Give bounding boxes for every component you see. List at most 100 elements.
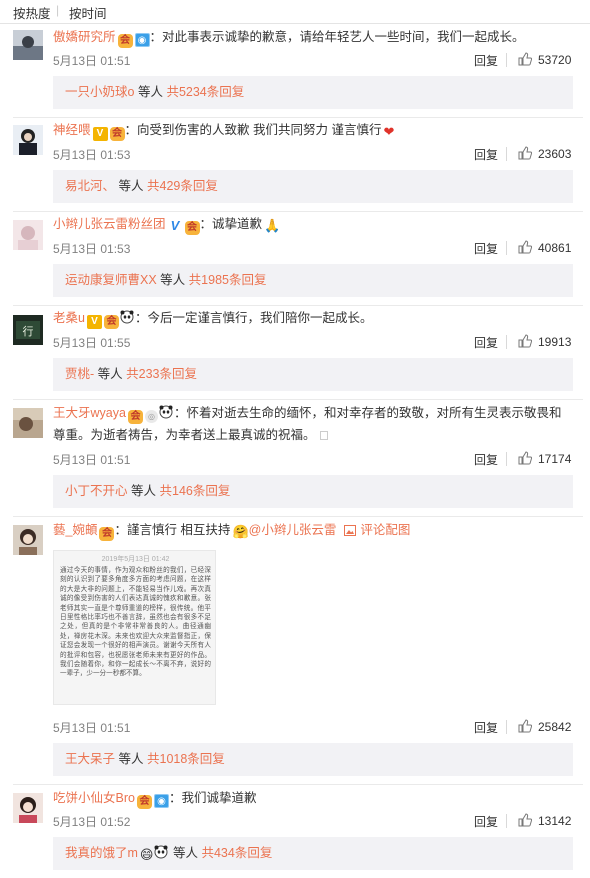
like-button[interactable]: 13142 (518, 813, 571, 828)
like-button[interactable]: 40861 (518, 240, 571, 255)
reply-button[interactable]: 回复 (474, 52, 498, 69)
like-button[interactable]: 53720 (518, 52, 571, 67)
reply-summary[interactable]: 一只小奶球o 等人 共5234条回复 (53, 76, 573, 109)
reply-button[interactable]: 回复 (474, 719, 498, 736)
reply-summary[interactable]: 王大呆子 等人 共1018条回复 (53, 743, 573, 776)
comment-time: 5月13日 01:53 (53, 242, 131, 256)
reply-user[interactable]: 一只小奶球o (65, 85, 134, 99)
reply-user[interactable]: 王大呆子 (65, 752, 115, 766)
member-badge-icon[interactable]: 会 (103, 315, 119, 329)
reply-user[interactable]: 我真的饿了m (65, 846, 138, 860)
reply-count[interactable]: 共429条回复 (147, 179, 218, 193)
comment-time: 5月13日 01:53 (53, 148, 131, 162)
avatar[interactable] (13, 30, 43, 60)
reply-summary[interactable]: 我真的饿了m 😄 等人 共434条回复 (53, 837, 573, 870)
reply-button[interactable]: 回复 (474, 240, 498, 257)
thumbs-up-icon (518, 240, 532, 254)
avatar[interactable]: 行 (13, 315, 43, 345)
reply-user[interactable]: 小丁不开心 (65, 484, 128, 498)
username[interactable]: 藝_婉頔 (53, 523, 97, 537)
reply-count[interactable]: 共434条回复 (201, 846, 272, 860)
hug-emoji-icon: 🤗 (232, 524, 249, 539)
comment-text: ：今后一定谨言慎行，我们陪你一起成长。 (134, 311, 373, 325)
avatar[interactable] (13, 525, 43, 555)
tab-time[interactable]: 按时间 (69, 3, 107, 22)
member-badge-icon[interactable]: 会 (117, 34, 133, 48)
reply-count[interactable]: 共5234条回复 (166, 85, 244, 99)
avatar[interactable] (13, 220, 43, 250)
divider (13, 117, 583, 118)
verified-v-icon[interactable]: V (86, 315, 102, 329)
others-label: 等人 (131, 484, 157, 498)
like-button[interactable]: 17174 (518, 451, 571, 466)
member-badge-icon[interactable]: 会 (136, 795, 152, 809)
reply-summary[interactable]: 小丁不开心 等人 共146条回复 (53, 475, 573, 508)
reply-user[interactable]: 贾桃- (65, 367, 94, 381)
comment-time: 5月13日 01:51 (53, 54, 131, 68)
username[interactable]: 傲嬌研究所 (53, 30, 116, 44)
reply-count[interactable]: 共1985条回复 (189, 273, 267, 287)
reply-button[interactable]: 回复 (474, 451, 498, 468)
username[interactable]: 小辫儿张云雷粉丝团 (53, 217, 166, 231)
username[interactable]: 神经喂 (53, 123, 91, 137)
member-badge-icon[interactable]: 会 (127, 410, 143, 424)
others-label: 等人 (172, 846, 198, 860)
like-button[interactable]: 25842 (518, 719, 571, 734)
reply-summary[interactable]: 贾桃- 等人 共233条回复 (53, 358, 573, 391)
comment-time: 5月13日 01:51 (53, 721, 131, 735)
thumbs-up-icon (518, 451, 532, 465)
reply-count[interactable]: 共233条回复 (126, 367, 197, 381)
divider (13, 211, 583, 212)
thumbs-up-icon (518, 719, 532, 733)
placeholder-icon (319, 431, 328, 440)
avatar[interactable] (13, 408, 43, 438)
member-badge-icon[interactable]: 会 (184, 221, 200, 235)
fan-badge-icon[interactable]: ◉ (134, 33, 150, 47)
avatar[interactable] (13, 793, 43, 823)
reply-summary[interactable]: 运动康复师曹XX 等人 共1985条回复 (53, 264, 573, 297)
username[interactable]: 老桑u (53, 311, 85, 325)
comment-text: ：对此事表示诚挚的歉意，请给年轻艺人一些时间，我们一起成长。 (149, 30, 525, 44)
reply-user[interactable]: 运动康复师曹XX (65, 273, 157, 287)
pray-emoji-icon: 🙏 (264, 218, 281, 233)
like-count: 19913 (538, 335, 572, 349)
tab-hot[interactable]: 按热度 (13, 3, 51, 22)
svg-text:行: 行 (23, 325, 34, 338)
action-divider (506, 147, 507, 161)
comment-text: ：我们诚挚道歉 (168, 791, 257, 805)
comment-time: 5月13日 01:51 (53, 453, 131, 467)
like-button[interactable]: 23603 (518, 146, 571, 161)
verified-v-icon[interactable]: V (92, 127, 108, 141)
comment-image[interactable]: 2019年5月13日 01:42 通过今天的事情，作为观众和粉丝的我们，已经深刻… (53, 550, 216, 705)
image-text: 通过今天的事情，作为观众和粉丝的我们，已经深刻的认识到了要多角度多方面的考虑问题… (60, 567, 211, 678)
thumbs-up-icon (518, 146, 532, 160)
thumbs-up-icon (518, 52, 532, 66)
reply-button[interactable]: 回复 (474, 334, 498, 351)
member-badge-icon[interactable]: 会 (109, 127, 125, 141)
grin-emoji-icon: 😄 (139, 847, 154, 862)
action-divider (506, 53, 507, 67)
reply-summary[interactable]: 易北河、 等人 共429条回复 (53, 170, 573, 203)
username[interactable]: 吃饼小仙女Bro (53, 791, 135, 805)
reply-button[interactable]: 回复 (474, 813, 498, 830)
comment-picture-link[interactable]: 评论配图 (360, 523, 410, 537)
picture-icon (344, 525, 357, 536)
reply-count[interactable]: 共146条回复 (160, 484, 231, 498)
reply-count[interactable]: 共1018条回复 (147, 752, 225, 766)
avatar[interactable] (13, 125, 43, 155)
member-badge-icon[interactable]: 会 (99, 527, 115, 541)
like-count: 53720 (538, 53, 572, 67)
rank-badge-icon[interactable]: ◎ (144, 410, 158, 423)
action-divider (506, 452, 507, 466)
comment-text: ：向受到伤害的人致歉 我们共同努力 谨言慎行 (124, 123, 382, 137)
verified-blue-v-icon[interactable]: V (167, 219, 183, 233)
like-button[interactable]: 19913 (518, 334, 571, 349)
fan-badge-icon[interactable]: ◉ (153, 794, 169, 808)
others-label: 等人 (118, 179, 144, 193)
like-count: 40861 (538, 241, 572, 255)
others-label: 等人 (160, 273, 186, 287)
reply-user[interactable]: 易北河、 (65, 179, 115, 193)
mention-link[interactable]: @小辫儿张云雷 (249, 523, 337, 537)
reply-button[interactable]: 回复 (474, 146, 498, 163)
username[interactable]: 王大牙wyaya (53, 406, 126, 420)
